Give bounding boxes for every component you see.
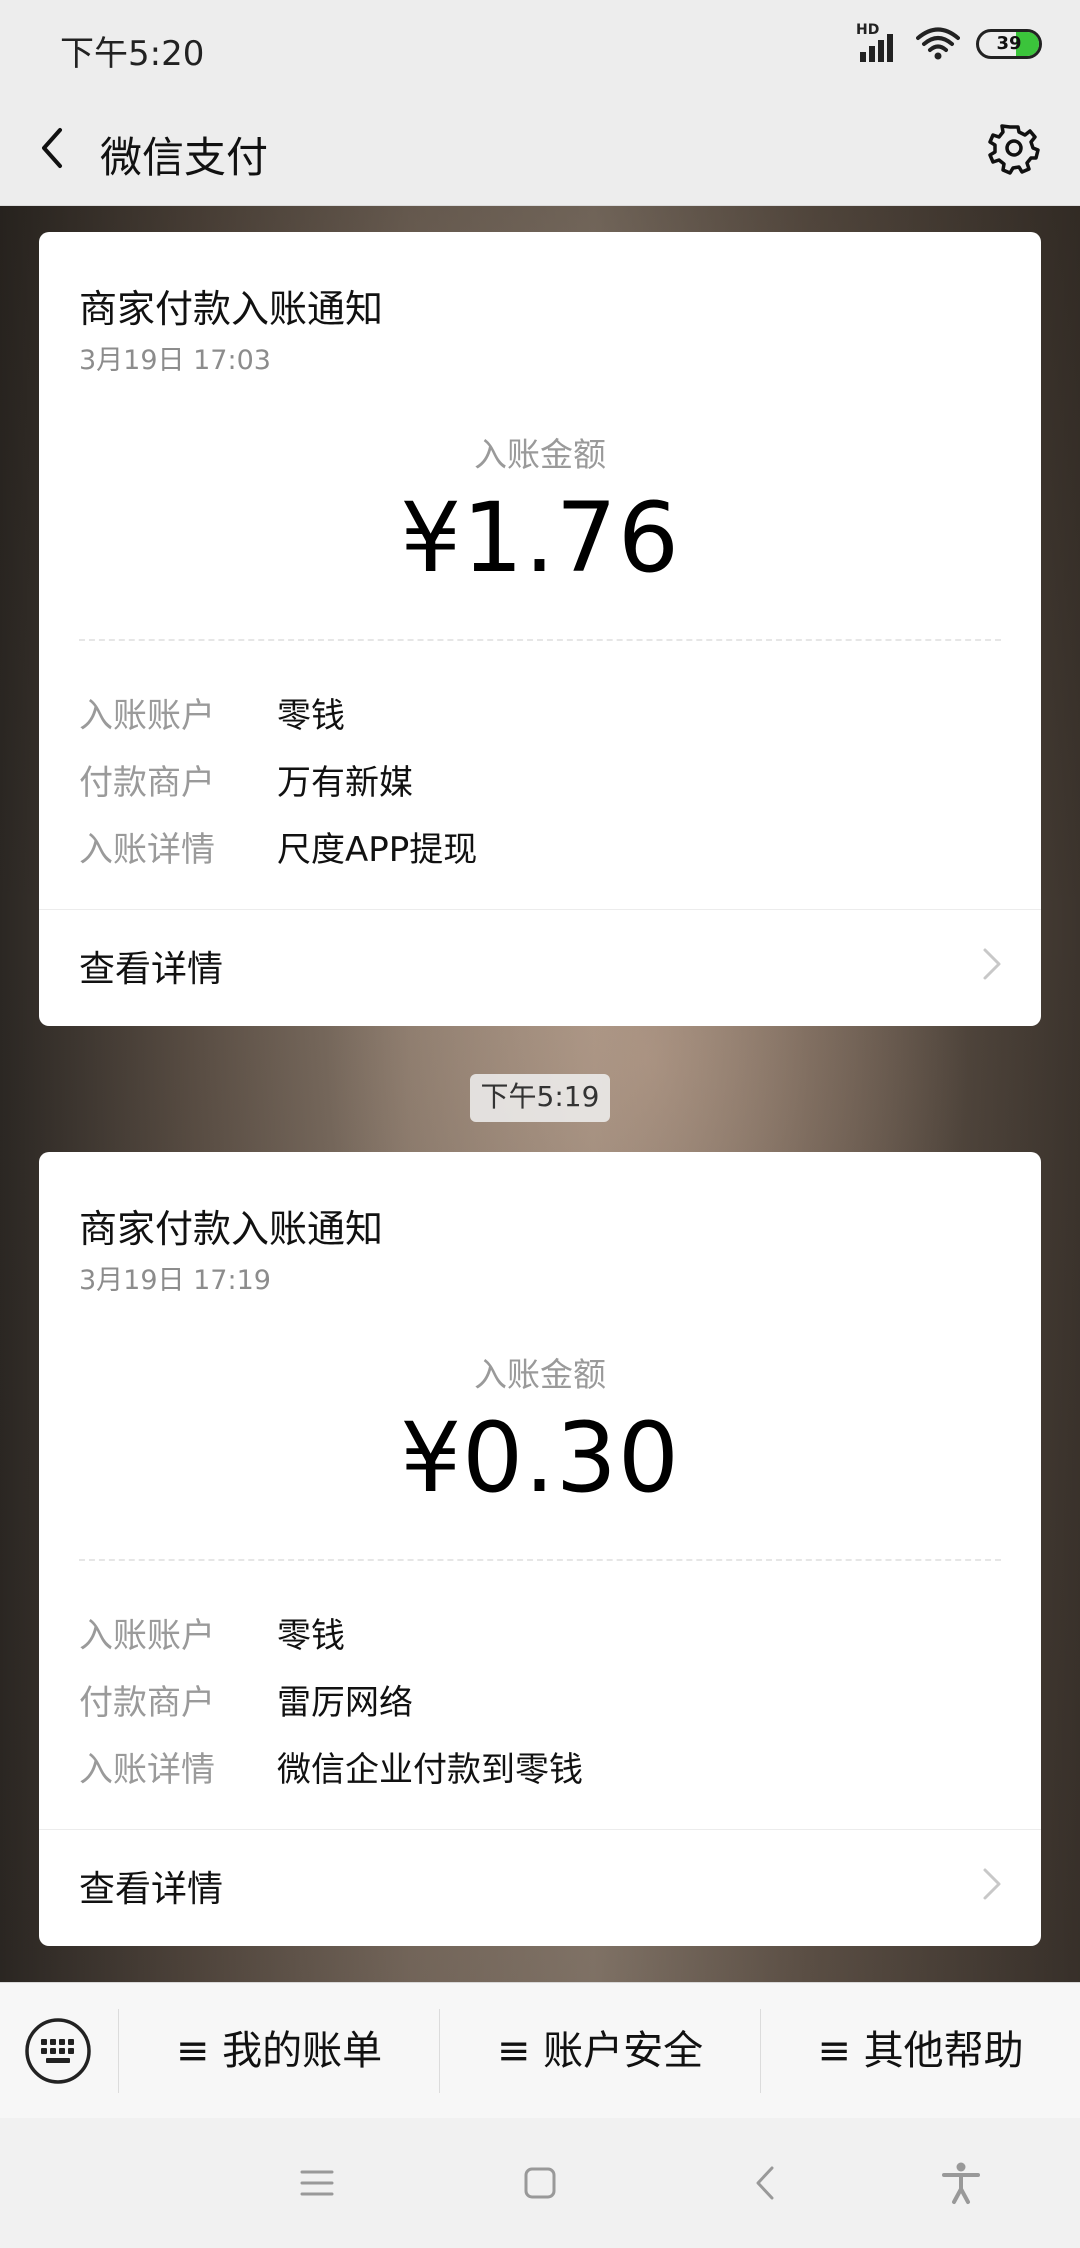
info-value: 尺度APP提现 [277, 830, 478, 870]
settings-button[interactable] [984, 118, 1044, 178]
info-row-merchant: 付款商户 雷厉网络 [79, 1675, 1001, 1725]
signal-icon: HD [856, 22, 900, 62]
message-timestamp: 下午5:19 [470, 1074, 610, 1122]
info-key: 付款商户 [79, 763, 215, 803]
menu-item-account-security[interactable]: ≡ 账户安全 [440, 1983, 760, 2119]
payment-notification-card[interactable]: 商家付款入账通知 3月19日 17:03 入账金额 ¥1.76 入账账户 零钱 … [39, 232, 1041, 1026]
view-details-label: 查看详情 [79, 1869, 224, 1910]
page-title: 微信支付 [100, 133, 269, 182]
keyboard-icon [25, 2018, 91, 2084]
dashed-divider [79, 1559, 1001, 1561]
back-arrow-icon [42, 128, 62, 168]
amount-value: ¥1.76 [400, 482, 680, 594]
chevron-right-icon [983, 1868, 1001, 1900]
system-navigation-bar [0, 2118, 1080, 2248]
status-bar: 下午5:20 HD 39 [0, 0, 1080, 90]
view-details-button[interactable]: 查看详情 [39, 1830, 1041, 1940]
payment-notification-card[interactable]: 商家付款入账通知 3月19日 17:19 入账金额 ¥0.30 入账账户 零钱 … [39, 1152, 1041, 1946]
battery-icon: 39 [976, 29, 1042, 59]
info-row-details: 入账详情 尺度APP提现 [79, 822, 1001, 872]
amount-label: 入账金额 [474, 1355, 606, 1394]
keyboard-toggle-button[interactable] [24, 2017, 92, 2085]
info-value: 万有新媒 [277, 763, 413, 803]
home-icon[interactable] [513, 2156, 567, 2210]
menu-item-other-help[interactable]: ≡ 其他帮助 [761, 1983, 1080, 2119]
info-row-account: 入账账户 零钱 [79, 1608, 1001, 1658]
amount-label: 入账金额 [474, 435, 606, 474]
gear-icon [988, 124, 1040, 175]
view-details-label: 查看详情 [79, 949, 224, 990]
accessibility-icon[interactable] [934, 2156, 988, 2210]
header: 微信支付 [0, 90, 1080, 206]
view-details-button[interactable]: 查看详情 [39, 910, 1041, 1020]
menu-item-my-bills[interactable]: ≡ 我的账单 [119, 1983, 439, 2119]
info-row-account: 入账账户 零钱 [79, 688, 1001, 738]
chevron-right-icon [983, 948, 1001, 980]
back-button[interactable] [28, 118, 88, 178]
info-value: 雷厉网络 [277, 1683, 413, 1723]
wifi-icon [916, 27, 960, 60]
dashed-divider [79, 639, 1001, 641]
info-key: 入账详情 [79, 1750, 215, 1790]
card-title: 商家付款入账通知 [79, 287, 384, 331]
info-key: 入账账户 [79, 696, 215, 736]
status-time: 下午5:20 [60, 34, 205, 74]
info-key: 入账详情 [79, 830, 215, 870]
amount-value: ¥0.30 [400, 1402, 680, 1514]
card-title: 商家付款入账通知 [79, 1207, 384, 1251]
info-row-merchant: 付款商户 万有新媒 [79, 755, 1001, 805]
battery-level: 39 [996, 33, 1022, 54]
info-key: 付款商户 [79, 1683, 215, 1723]
info-value: 零钱 [277, 696, 345, 736]
info-value: 微信企业付款到零钱 [277, 1750, 583, 1790]
screen: 下午5:20 HD 39 微信支付 商家付款入账通知 3月19日 17:03 入… [0, 0, 1080, 2248]
timestamp-text: 下午5:19 [480, 1080, 600, 1113]
info-row-details: 入账详情 微信企业付款到零钱 [79, 1742, 1001, 1792]
menu-icon[interactable] [290, 2156, 344, 2210]
service-menu-bar: ≡ 我的账单 ≡ 账户安全 ≡ 其他帮助 [0, 1982, 1080, 2118]
info-value: 零钱 [277, 1616, 345, 1656]
info-key: 入账账户 [79, 1616, 215, 1656]
back-icon[interactable] [740, 2156, 794, 2210]
card-date: 3月19日 17:03 [79, 345, 271, 376]
card-date: 3月19日 17:19 [79, 1265, 271, 1296]
status-icons: HD 39 [856, 22, 1042, 62]
